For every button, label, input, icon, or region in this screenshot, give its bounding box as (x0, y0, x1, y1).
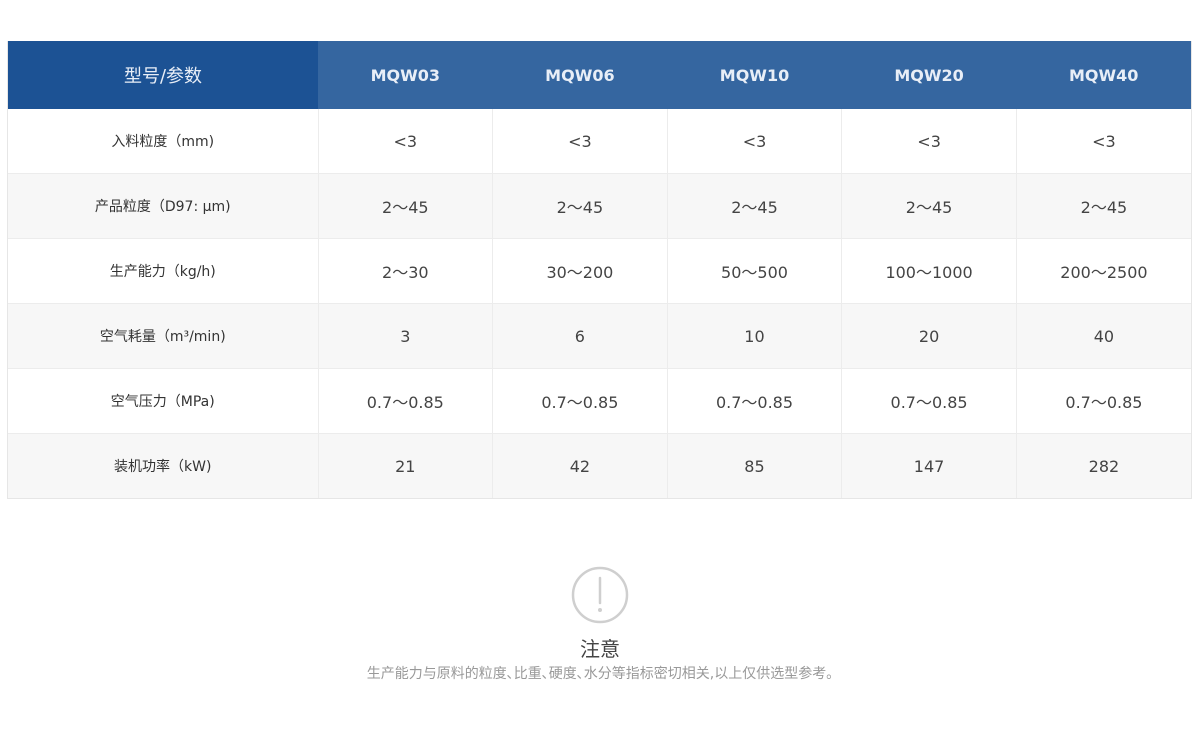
row-label: 装机功率（kW) (8, 433, 319, 498)
table-row: 产品粒度（D97: μm) 2～45 2～45 2～45 2～45 2～45 (8, 173, 1191, 239)
table-row: 空气压力（MPa) 0.7～0.85 0.7～0.85 0.7～0.85 0.7… (8, 368, 1191, 434)
table-cell: <3 (667, 109, 843, 174)
table-cell: 10 (667, 303, 843, 369)
table-cell: 0.7～0.85 (841, 368, 1017, 434)
table-cell: 85 (667, 433, 843, 498)
table-cell: 0.7～0.85 (667, 368, 843, 434)
table-cell: 2～45 (1016, 173, 1191, 239)
table-cell: 0.7～0.85 (318, 368, 494, 434)
note-text: 生产能力与原料的粒度､比重､硬度､水分等指标密切相关,以上仅供选型参考｡ (366, 666, 834, 682)
table-cell: 40 (1016, 303, 1191, 369)
exclamation-circle-icon (571, 566, 629, 624)
row-label: 空气耗量（m³/min) (8, 303, 319, 369)
table-cell: 0.7～0.85 (1016, 368, 1191, 434)
table-cell: 50～500 (667, 238, 843, 304)
row-label: 入料粒度（mm) (8, 109, 319, 174)
table-cell: 2～30 (318, 238, 494, 304)
table-cell: 20 (841, 303, 1017, 369)
table-cell: <3 (318, 109, 494, 174)
table-cell: 2～45 (841, 173, 1017, 239)
header-model: MQW03 (318, 41, 493, 109)
table-cell: 42 (492, 433, 668, 498)
table-cell: 100～1000 (841, 238, 1017, 304)
table-cell: <3 (492, 109, 668, 174)
row-label: 空气压力（MPa) (8, 368, 319, 434)
header-model: MQW20 (841, 41, 1017, 109)
row-label: 生产能力（kg/h) (8, 238, 319, 304)
table-cell: 2～45 (318, 173, 494, 239)
table-cell: <3 (1016, 109, 1191, 174)
table-row: 生产能力（kg/h) 2～30 30～200 50～500 100～1000 2… (8, 238, 1191, 304)
note-section: 注意 生产能力与原料的粒度､比重､硬度､水分等指标密切相关,以上仅供选型参考｡ (0, 565, 1200, 684)
table-cell: 6 (492, 303, 668, 369)
table-cell: 200～2500 (1016, 238, 1191, 304)
table-cell: 30～200 (492, 238, 668, 304)
table-cell: 0.7～0.85 (492, 368, 668, 434)
header-model: MQW40 (1016, 41, 1191, 109)
spec-table-container: 型号/参数 MQW03 MQW06 MQW10 MQW20 MQW40 入料粒度… (7, 41, 1192, 499)
table-row: 装机功率（kW) 21 42 85 147 282 (8, 433, 1191, 498)
note-title: 注意 (580, 637, 620, 661)
table-cell: 2～45 (492, 173, 668, 239)
table-cell: 282 (1016, 433, 1191, 498)
table-cell: 147 (841, 433, 1017, 498)
table-cell: 3 (318, 303, 494, 369)
header-model: MQW10 (667, 41, 842, 109)
table-header-row: 型号/参数 MQW03 MQW06 MQW10 MQW20 MQW40 (8, 41, 1191, 109)
spec-table: 型号/参数 MQW03 MQW06 MQW10 MQW20 MQW40 入料粒度… (8, 41, 1191, 498)
table-cell: 21 (318, 433, 494, 498)
header-label: 型号/参数 (8, 41, 318, 109)
table-row: 入料粒度（mm) <3 <3 <3 <3 <3 (8, 109, 1191, 174)
header-model: MQW06 (492, 41, 668, 109)
row-label: 产品粒度（D97: μm) (8, 173, 319, 239)
table-cell: <3 (841, 109, 1017, 174)
table-row: 空气耗量（m³/min) 3 6 10 20 40 (8, 303, 1191, 369)
table-cell: 2～45 (667, 173, 843, 239)
